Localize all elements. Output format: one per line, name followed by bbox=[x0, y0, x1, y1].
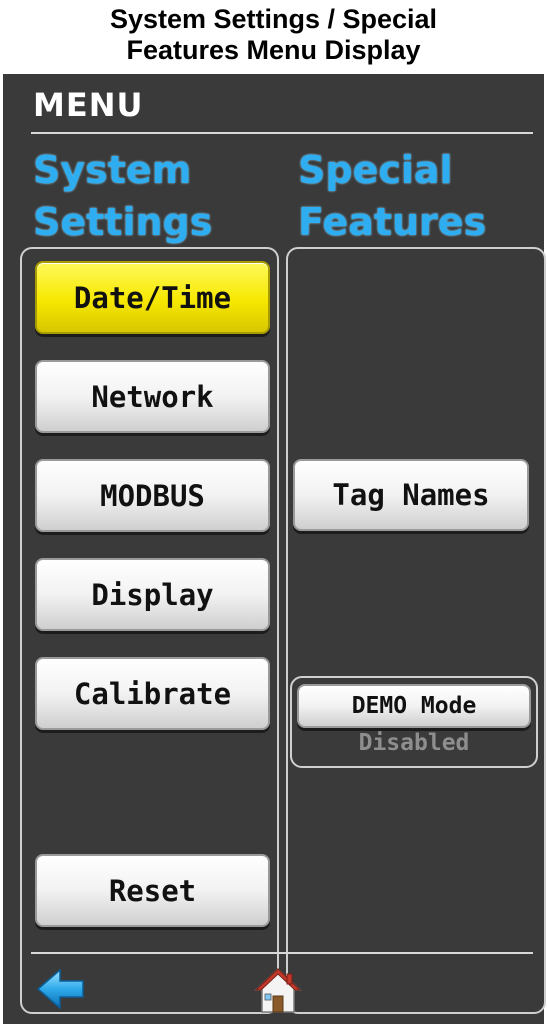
reset-button[interactable]: Reset bbox=[35, 854, 270, 927]
system-settings-heading: System Settings bbox=[33, 144, 212, 248]
system-settings-heading-line-1: System bbox=[33, 148, 192, 192]
caption-line-1: System Settings / Special bbox=[109, 4, 438, 34]
special-features-heading-line-2: Features bbox=[298, 200, 487, 244]
home-icon[interactable] bbox=[253, 966, 303, 1013]
menu-title: MENU bbox=[33, 86, 144, 124]
back-arrow-icon[interactable] bbox=[36, 966, 86, 1012]
demo-mode-button[interactable]: DEMO Mode bbox=[297, 684, 531, 728]
special-features-heading-line-1: Special bbox=[298, 148, 453, 192]
date-time-button[interactable]: Date/Time bbox=[35, 261, 270, 334]
figure-caption: System Settings / Special Features Menu … bbox=[0, 4, 547, 66]
caption-line-2: Features Menu Display bbox=[126, 35, 421, 65]
network-button[interactable]: Network bbox=[35, 360, 270, 433]
bottom-divider bbox=[31, 952, 533, 954]
special-features-panel bbox=[286, 247, 546, 1014]
system-settings-heading-line-2: Settings bbox=[33, 200, 213, 244]
demo-mode-group: DEMO Mode Disabled bbox=[290, 676, 538, 768]
display-button[interactable]: Display bbox=[35, 558, 270, 631]
top-divider bbox=[31, 132, 533, 134]
device-screen: MENU System Settings Special Features Da… bbox=[3, 74, 546, 1024]
demo-mode-status: Disabled bbox=[358, 730, 470, 756]
calibrate-button[interactable]: Calibrate bbox=[35, 657, 270, 730]
tag-names-button[interactable]: Tag Names bbox=[293, 459, 529, 531]
special-features-heading: Special Features bbox=[298, 144, 486, 248]
modbus-button[interactable]: MODBUS bbox=[35, 459, 270, 532]
